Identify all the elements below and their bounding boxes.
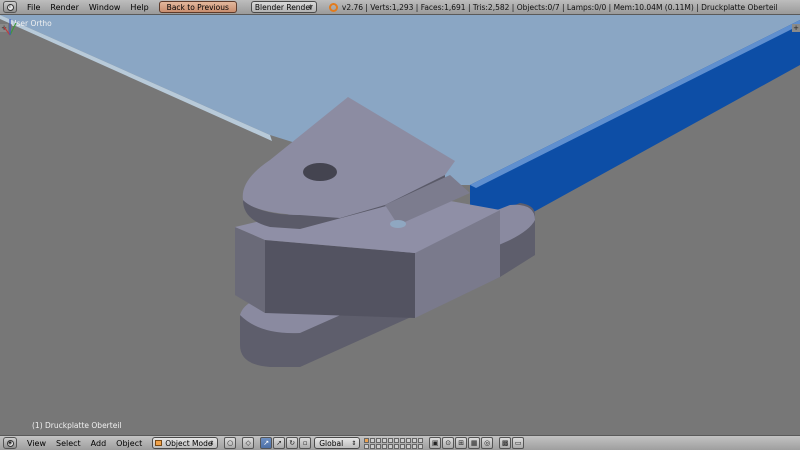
menu-view[interactable]: View [27,439,46,448]
back-to-previous-button[interactable]: Back to Previous [158,1,237,13]
lock-icon[interactable]: ▣ [429,437,442,449]
proportional-edit-icon[interactable]: ◎ [481,437,494,449]
axis-gizmo-icon [3,19,17,36]
menu-render[interactable]: Render [50,3,78,12]
menu-select[interactable]: Select [56,439,81,448]
orientation-label: Global [319,439,344,448]
manipulator-icon[interactable]: ↗ [260,437,273,449]
middle-block-face [265,240,415,318]
active-object-label: (1) Druckplatte Oberteil [32,421,122,430]
3d-view-icon: ◉ [6,439,14,447]
render-engine-select[interactable]: Blender Render ⇕ [250,1,317,13]
layer-button[interactable] [418,443,424,449]
menu-add[interactable]: Add [91,439,107,448]
object-mode-icon [155,440,163,446]
chevron-down-icon: ⇕ [351,440,357,447]
layer-button[interactable] [382,443,388,449]
middle-block-front [235,227,265,313]
editor-type-button[interactable]: ◉ [3,437,17,449]
layer-button[interactable] [376,443,382,449]
layer-button[interactable] [370,437,376,443]
scale-icon[interactable]: ▫ [299,437,312,449]
3d-view-header: ◉ View Select Add Object Object Mode ⇕ ○ … [0,435,800,450]
snap-icon[interactable]: ⊙ [442,437,455,449]
layer-button[interactable] [412,437,418,443]
layer-button[interactable] [412,443,418,449]
render-icon[interactable]: ▩ [499,437,512,449]
mode-label: Object Mode [165,439,213,448]
layer-button[interactable] [394,437,400,443]
rotate-icon[interactable]: ↻ [286,437,299,449]
chevron-down-icon: ⇕ [307,4,313,11]
menu-window[interactable]: Window [89,3,121,12]
snap-element-icon[interactable]: ▦ [468,437,481,449]
layer-button[interactable] [388,443,394,449]
blender-logo-icon [328,2,338,12]
translate-icon[interactable]: ➚ [273,437,286,449]
layer-button[interactable] [364,443,370,449]
menu-help[interactable]: Help [130,3,148,12]
render-engine-label: Blender Render [254,3,314,12]
layer-button[interactable] [400,437,406,443]
layer-button[interactable] [388,437,394,443]
layer-button[interactable] [364,437,370,443]
scene-stats: v2.76 | Verts:1,293 | Faces:1,691 | Tris… [341,2,778,12]
editor-type-button[interactable]: i [3,1,17,13]
info-header: i File Render Window Help Back to Previo… [0,0,800,15]
snap-target-icon[interactable]: ⊞ [455,437,468,449]
layer-button[interactable] [418,437,424,443]
layer-button[interactable] [406,437,412,443]
viewport-scene [0,15,800,367]
chevron-down-icon: ⇕ [209,440,215,447]
menu-object[interactable]: Object [116,439,142,448]
layer-button[interactable] [370,443,376,449]
layer-button[interactable] [376,437,382,443]
mode-select[interactable]: Object Mode ⇕ [152,437,219,449]
pin-hole [390,220,406,228]
layer-button[interactable] [406,443,412,449]
layer-button[interactable] [400,443,406,449]
menu-file[interactable]: File [27,3,40,12]
screw-hole [303,163,337,181]
viewport-shading-icon[interactable]: ○ [224,437,237,449]
layer-button[interactable] [394,443,400,449]
orientation-select[interactable]: Global ⇕ [314,437,361,449]
camera-icon[interactable]: ▭ [512,437,525,449]
properties-toggle[interactable]: + [792,24,800,32]
3d-viewport[interactable]: + + User Ortho (1) Druckplatte Oberteil [0,15,800,435]
pivot-icon[interactable]: ◇ [242,437,255,449]
layer-button[interactable] [382,437,388,443]
layer-buttons[interactable] [364,437,424,449]
info-icon: i [6,3,14,11]
